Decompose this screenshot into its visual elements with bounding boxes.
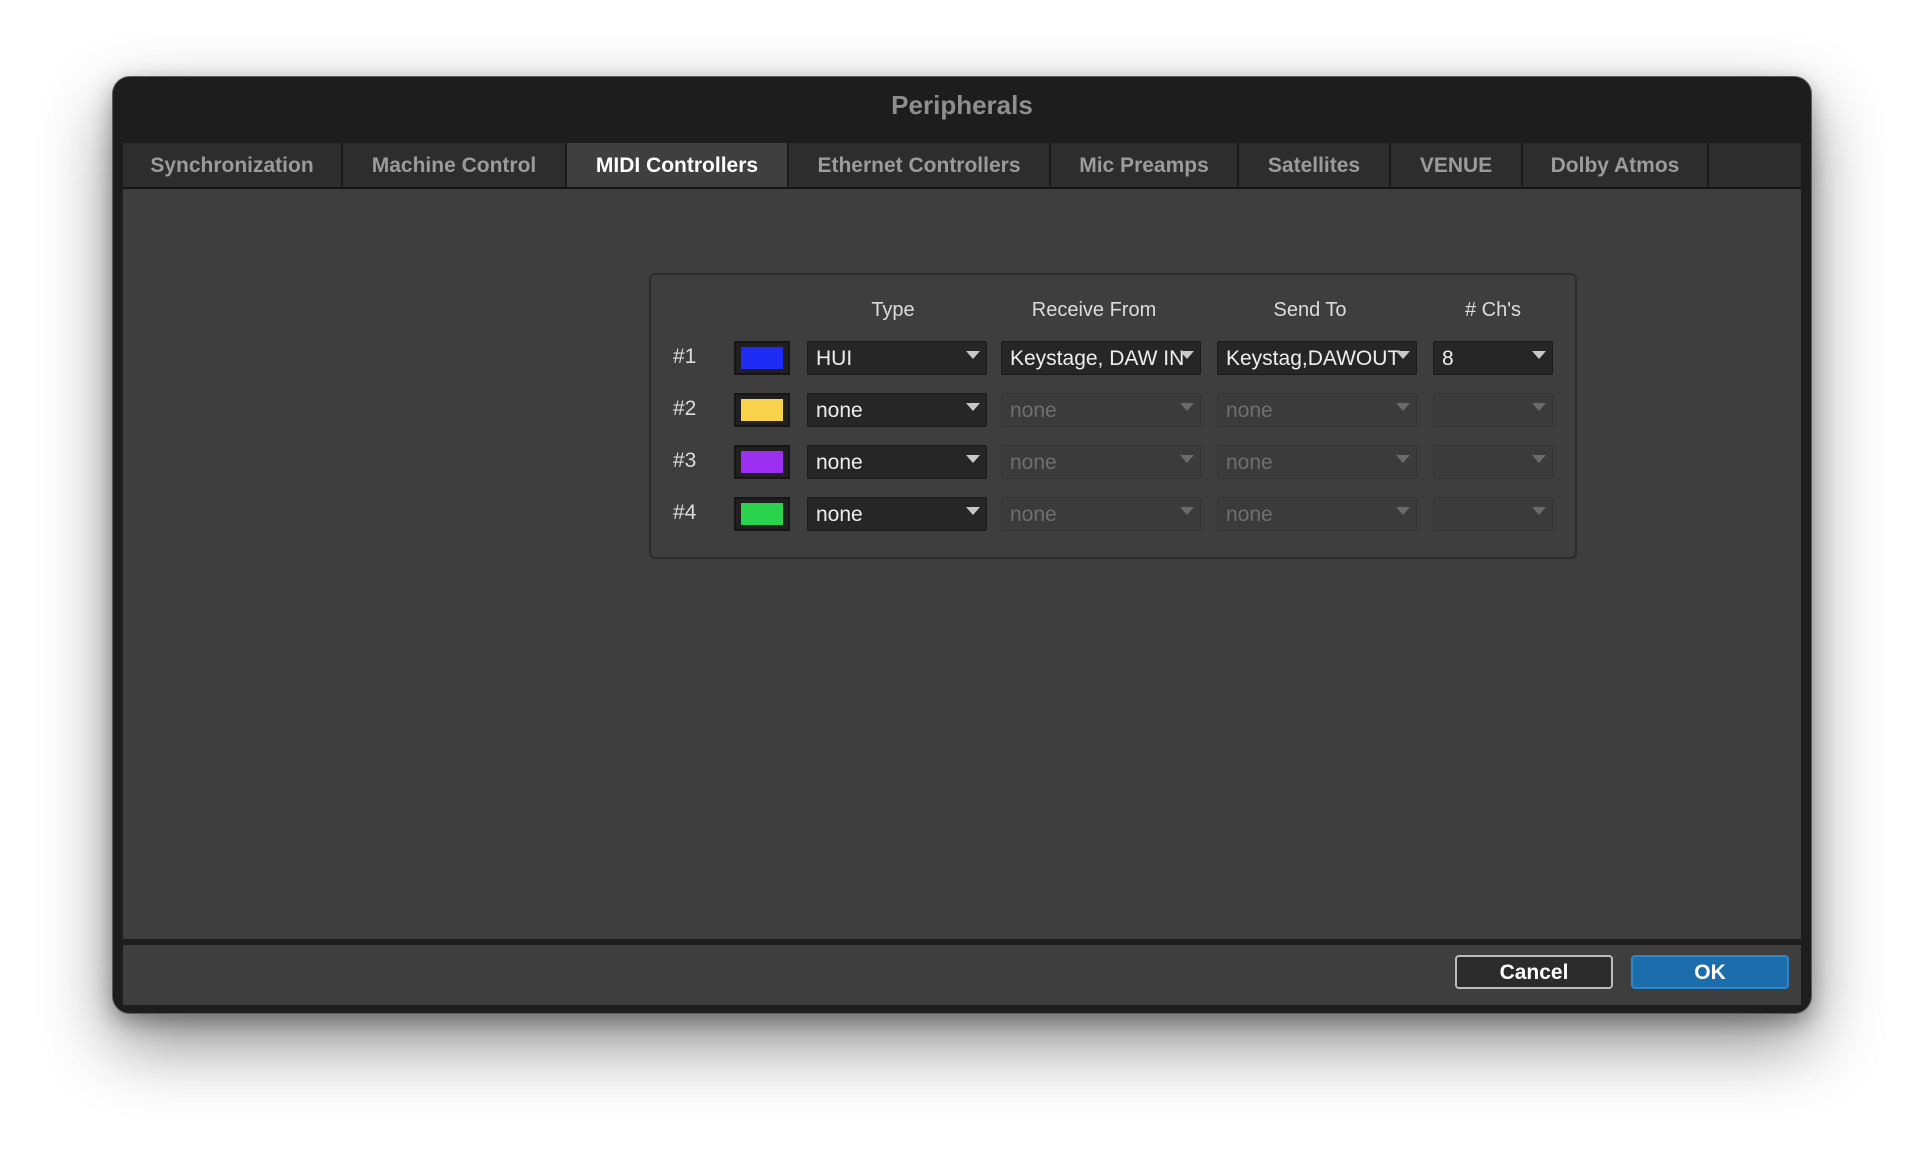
dropdown-arrow-icon — [1180, 351, 1194, 359]
tab-mic-preamps[interactable]: Mic Preamps — [1051, 143, 1239, 187]
swatch-color — [741, 399, 783, 421]
channels-dropdown[interactable]: 8 — [1433, 341, 1553, 375]
dropdown-arrow-icon — [1180, 507, 1194, 515]
dropdown-arrow-icon — [966, 507, 980, 515]
receive-from-dropdown: none — [1001, 445, 1201, 479]
color-swatch[interactable] — [734, 445, 790, 479]
swatch-color — [741, 451, 783, 473]
send-value: none — [1226, 503, 1273, 526]
tab-dolby-atmos[interactable]: Dolby Atmos — [1523, 143, 1709, 187]
dropdown-arrow-icon — [1532, 403, 1546, 411]
tab-bar: Synchronization Machine Control MIDI Con… — [123, 143, 1801, 189]
receive-value: Keystage, DAW IN — [1010, 347, 1185, 370]
dropdown-arrow-icon — [1396, 455, 1410, 463]
row-label: #3 — [673, 449, 697, 472]
swatch-color — [741, 503, 783, 525]
cancel-button[interactable]: Cancel — [1455, 955, 1613, 989]
send-to-dropdown: none — [1217, 497, 1417, 531]
dialog-title: Peripherals — [891, 90, 1033, 120]
type-dropdown[interactable]: none — [807, 497, 987, 531]
controller-row-4: #4 none none none — [651, 497, 1575, 531]
receive-from-dropdown: none — [1001, 497, 1201, 531]
tab-venue[interactable]: VENUE — [1391, 143, 1523, 187]
send-value: none — [1226, 451, 1273, 474]
dropdown-arrow-icon — [1180, 403, 1194, 411]
tab-synchronization[interactable]: Synchronization — [123, 143, 343, 187]
header-send-to: Send To — [1273, 299, 1347, 321]
tab-midi-controllers[interactable]: MIDI Controllers — [567, 143, 789, 187]
controller-row-3: #3 none none none — [651, 445, 1575, 479]
dropdown-arrow-icon — [1396, 507, 1410, 515]
tab-satellites[interactable]: Satellites — [1239, 143, 1391, 187]
receive-value: none — [1010, 503, 1057, 526]
header-receive-from: Receive From — [1031, 299, 1157, 321]
receive-value: none — [1010, 451, 1057, 474]
dropdown-arrow-icon — [1396, 351, 1410, 359]
send-value: Keystag,DAWOUT — [1226, 347, 1401, 370]
midi-controllers-content: Type Receive From Send To # Ch's #1 HUI … — [123, 189, 1801, 939]
midi-controllers-panel: Type Receive From Send To # Ch's #1 HUI … — [649, 273, 1577, 559]
color-swatch[interactable] — [734, 497, 790, 531]
send-to-dropdown[interactable]: Keystag,DAWOUT — [1217, 341, 1417, 375]
channels-dropdown — [1433, 445, 1553, 479]
type-value: none — [816, 503, 863, 526]
peripherals-dialog: Peripherals Synchronization Machine Cont… — [112, 76, 1812, 1014]
receive-value: none — [1010, 399, 1057, 422]
channels-dropdown — [1433, 393, 1553, 427]
header-type: Type — [871, 299, 915, 321]
receive-from-dropdown[interactable]: Keystage, DAW IN — [1001, 341, 1201, 375]
tab-ethernet-controllers[interactable]: Ethernet Controllers — [789, 143, 1051, 187]
dropdown-arrow-icon — [966, 403, 980, 411]
dropdown-arrow-icon — [1532, 507, 1546, 515]
controller-row-1: #1 HUI Keystage, DAW IN Keystag,DAWOUT 8 — [651, 341, 1575, 375]
dropdown-arrow-icon — [1180, 455, 1194, 463]
channels-dropdown — [1433, 497, 1553, 531]
row-label: #1 — [673, 345, 697, 368]
tab-machine-control[interactable]: Machine Control — [343, 143, 567, 187]
type-dropdown[interactable]: none — [807, 445, 987, 479]
dropdown-arrow-icon — [1532, 455, 1546, 463]
color-swatch[interactable] — [734, 393, 790, 427]
row-label: #4 — [673, 501, 697, 524]
row-label: #2 — [673, 397, 697, 420]
type-dropdown[interactable]: none — [807, 393, 987, 427]
send-to-dropdown: none — [1217, 393, 1417, 427]
header-channels: # Ch's — [1464, 299, 1522, 321]
send-to-dropdown: none — [1217, 445, 1417, 479]
dropdown-arrow-icon — [1532, 351, 1546, 359]
receive-from-dropdown: none — [1001, 393, 1201, 427]
swatch-color — [741, 347, 783, 369]
send-value: none — [1226, 399, 1273, 422]
type-value: none — [816, 451, 863, 474]
type-value: HUI — [816, 347, 853, 370]
dropdown-arrow-icon — [966, 455, 980, 463]
type-dropdown[interactable]: HUI — [807, 341, 987, 375]
ok-button[interactable]: OK — [1631, 955, 1789, 989]
controller-row-2: #2 none none none — [651, 393, 1575, 427]
dialog-footer: Cancel OK — [123, 945, 1801, 1005]
dropdown-arrow-icon — [966, 351, 980, 359]
channels-value: 8 — [1442, 347, 1454, 370]
type-value: none — [816, 399, 863, 422]
color-swatch[interactable] — [734, 341, 790, 375]
dropdown-arrow-icon — [1396, 403, 1410, 411]
